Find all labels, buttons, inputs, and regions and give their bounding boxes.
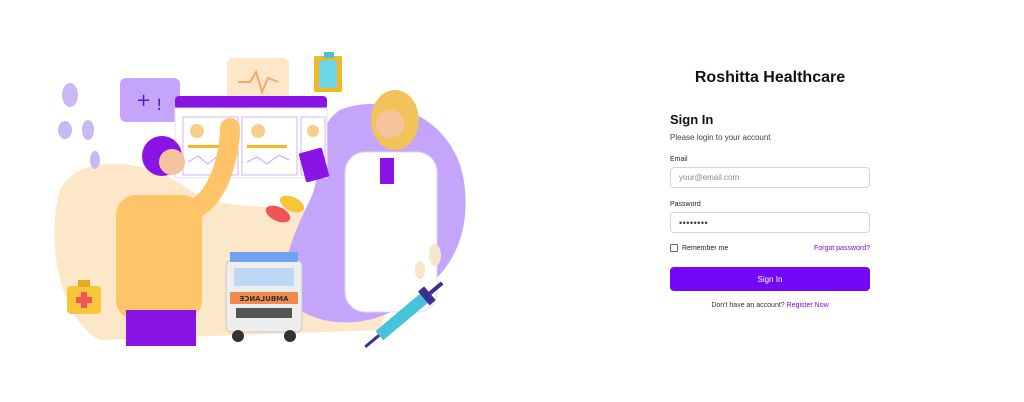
email-label: Email (670, 156, 688, 163)
forgot-password-link[interactable]: Forgot password? (814, 245, 870, 252)
chat-bubble-icon: + ! (120, 78, 180, 122)
clipboard-icon (314, 52, 342, 92)
register-now-link[interactable]: Register Now (787, 302, 829, 309)
ambulance-icon: AMBULANCE (225, 252, 303, 342)
svg-text:+: + (136, 90, 151, 111)
remember-me-checkbox[interactable] (670, 244, 678, 252)
password-input[interactable] (670, 212, 870, 233)
remember-me-control[interactable]: Remember me (670, 244, 728, 252)
register-prompt-row: Don't have an account? Register Now (670, 302, 870, 309)
svg-text:!: ! (156, 95, 162, 114)
remember-me-label: Remember me (682, 244, 729, 252)
brand-title: Roshitta Healthcare (694, 69, 846, 86)
register-prompt-text: Don't have an account? (711, 302, 787, 309)
sign-in-button[interactable]: Sign In (670, 267, 870, 291)
doctor-patient-illustration: + ! AMBULANCE (54, 52, 466, 349)
password-label: Password (670, 201, 701, 208)
email-input[interactable] (670, 167, 870, 188)
healthcare-illustration: + ! AMBULANCE (40, 40, 500, 360)
ambulance-lettering: AMBULANCE (239, 295, 288, 303)
login-subheading: Please login to your account (670, 133, 771, 142)
login-heading: Sign In (670, 112, 714, 127)
